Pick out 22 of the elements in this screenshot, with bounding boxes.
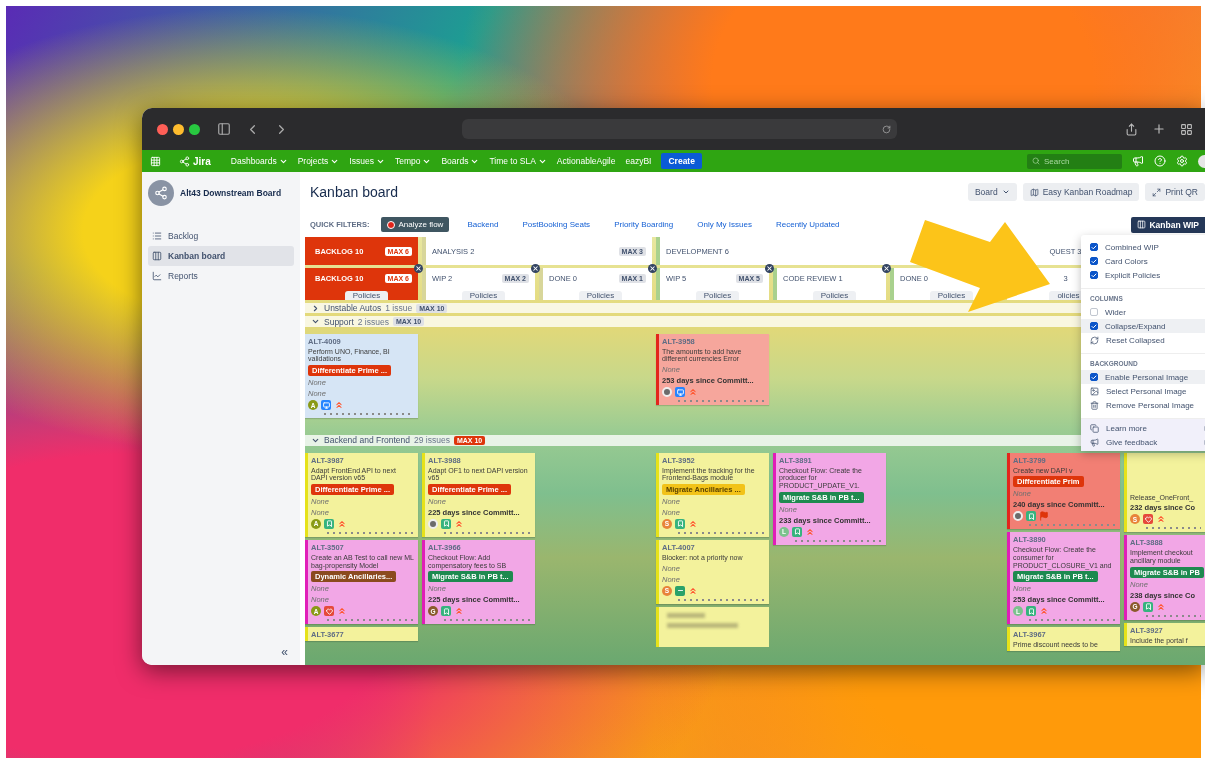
- page-title: Kanban board: [310, 184, 398, 200]
- sidebar-item-label: Reports: [168, 271, 198, 281]
- menu-item-label: Card Colors: [1105, 256, 1148, 266]
- project-name: Alt43 Downstream Board: [180, 188, 282, 198]
- sidebar-item-label: Backlog: [168, 231, 199, 241]
- menu-link-label: Give feedback: [1106, 437, 1158, 447]
- menu-item-label: Reset Collapsed: [1106, 335, 1165, 345]
- menu-item-label: Combined WIP: [1105, 242, 1159, 252]
- menu-item-label: Explicit Policies: [1105, 270, 1161, 280]
- swimlane-name: Unstable Autos: [324, 303, 382, 314]
- menu-item-label: Enable Personal Image: [1105, 372, 1189, 382]
- issue-count: 1 issue: [385, 303, 413, 314]
- issue-count: 2 issues: [357, 316, 389, 327]
- menu-item-label: Select Personal Image: [1106, 386, 1187, 396]
- menu-item-label: Wider: [1105, 307, 1126, 317]
- swimlane-name: Backend and Frontend: [324, 435, 410, 446]
- issue-count: 29 issues: [414, 435, 450, 446]
- menu-link-label: Learn more: [1106, 423, 1147, 433]
- swimlane-name: Support: [324, 316, 354, 327]
- menu-item-label: Remove Personal Image: [1106, 400, 1195, 410]
- sidebar-item-label: Kanban board: [168, 251, 226, 261]
- search-placeholder: Search: [1044, 156, 1070, 166]
